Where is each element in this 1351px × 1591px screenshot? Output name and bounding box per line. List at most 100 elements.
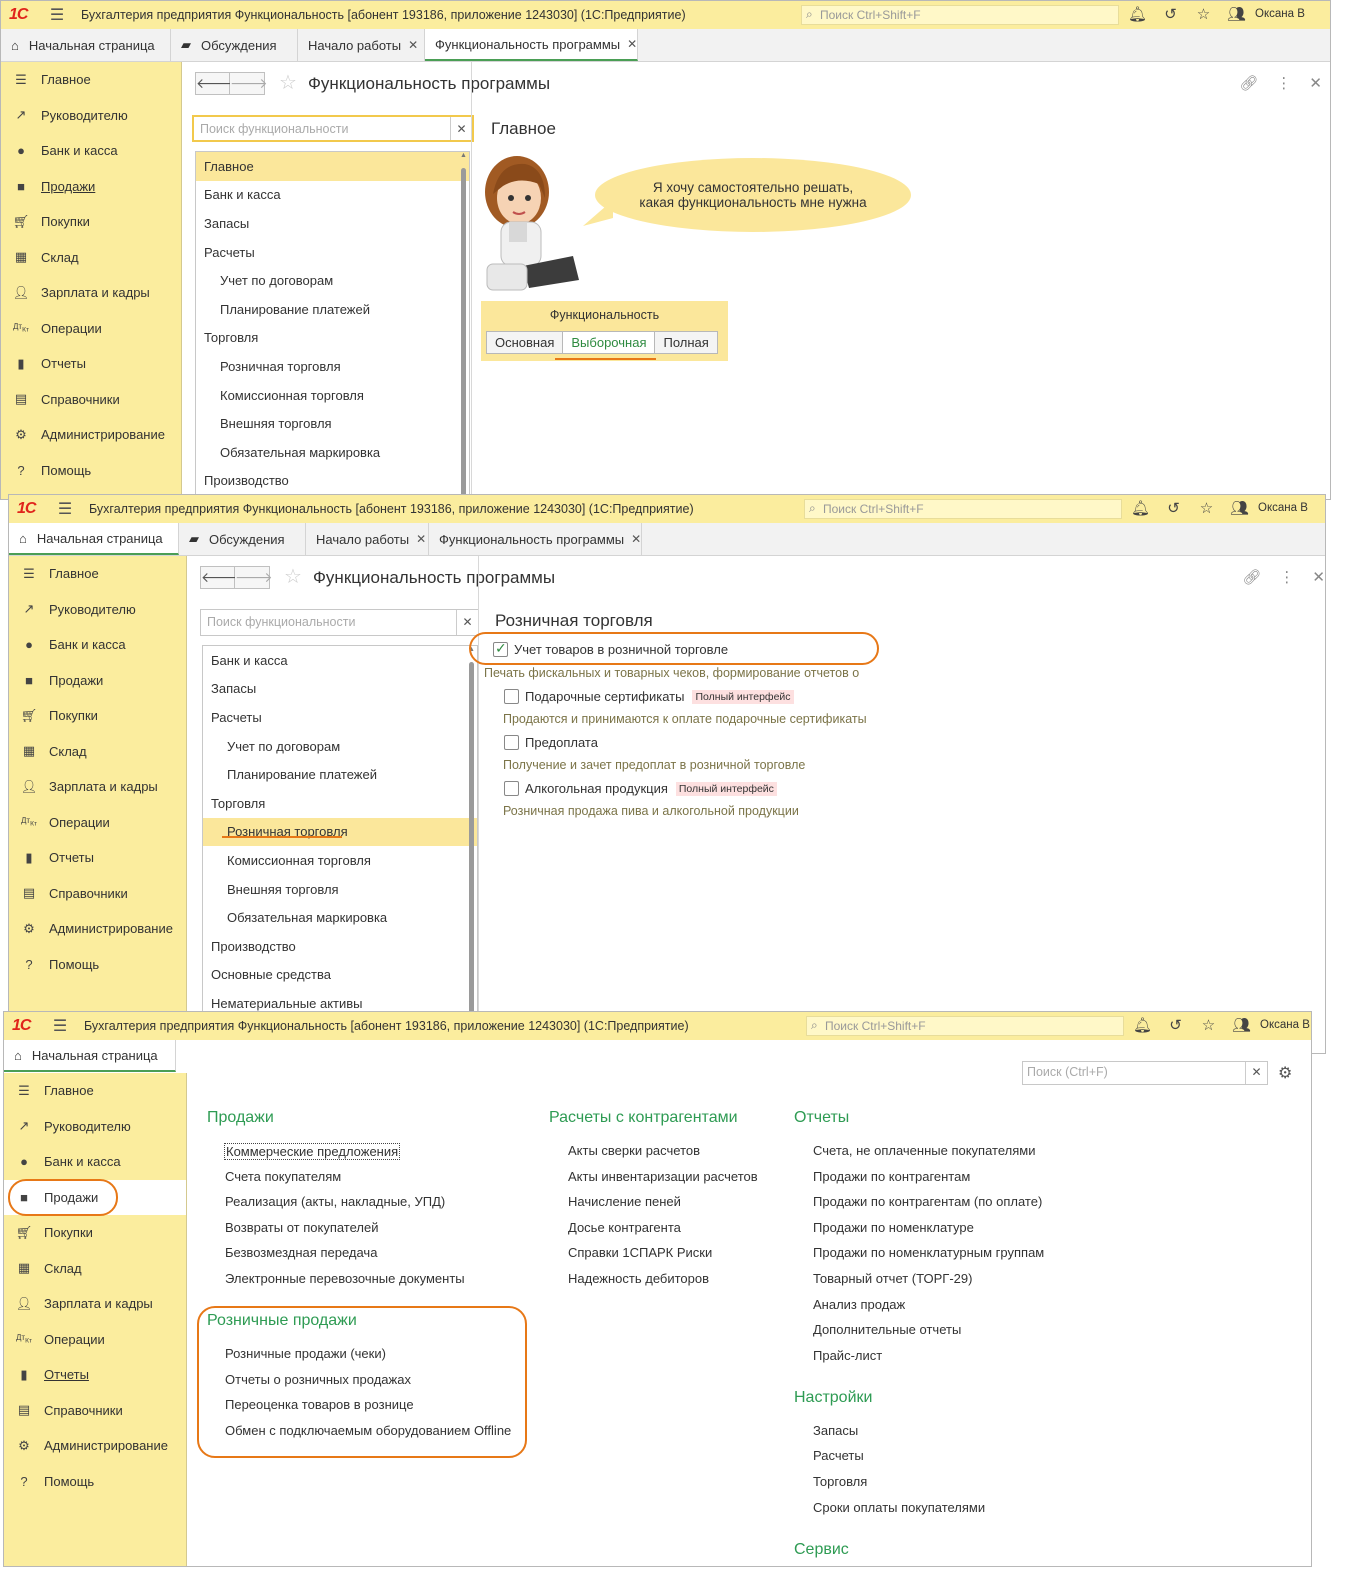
link-retail-2[interactable]: Переоценка товаров в рознице [225, 1397, 414, 1412]
tree-item-main[interactable]: Главное [196, 152, 469, 181]
clear-icon[interactable]: ✕ [1245, 1062, 1267, 1084]
close-icon[interactable]: ✕ [1312, 568, 1325, 586]
sidebar-item-reports[interactable]: ▮ Отчеты [4, 1357, 186, 1393]
link-reports-6[interactable]: Анализ продаж [813, 1297, 905, 1312]
sidebar-item-warehouse[interactable]: ▦ Склад [4, 1251, 186, 1287]
link-settle-1[interactable]: Акты инвентаризации расчетов [568, 1169, 758, 1184]
bell-icon[interactable]: 🔔︎ [1121, 5, 1154, 23]
link-sales-5[interactable]: Электронные перевозочные документы [225, 1271, 465, 1286]
link-settings-3[interactable]: Сроки оплаты покупателями [813, 1500, 985, 1515]
sidebar-item-salary[interactable]: 👤︎ Зарплата и кадры [9, 769, 186, 805]
bell-icon[interactable]: 🔔︎ [1126, 1016, 1159, 1034]
link-settings-0[interactable]: Запасы [813, 1423, 858, 1438]
tree-item-trade[interactable]: Торговля [196, 324, 469, 353]
sidebar-item-sales[interactable]: ■ Продажи [1, 169, 181, 205]
sidebar-item-reports[interactable]: ▮ Отчеты [9, 840, 186, 876]
user-name[interactable]: Оксана В [1255, 8, 1305, 20]
tree-item-bank[interactable]: Банк и касса [203, 646, 477, 675]
section-search-input[interactable]: Поиск (Ctrl+F) ✕ [1022, 1061, 1268, 1085]
sidebar-item-main[interactable]: ☰ Главное [9, 556, 186, 592]
link-settle-0[interactable]: Акты сверки расчетов [568, 1143, 700, 1158]
tab-func[interactable]: Функциональность программы ✕ [425, 29, 638, 61]
link-retail-0[interactable]: Розничные продажи (чеки) [225, 1346, 386, 1361]
sidebar-item-operations[interactable]: ДтКт Операции [1, 311, 181, 347]
close-icon[interactable]: ✕ [408, 38, 418, 52]
settings-gear-icon[interactable]: ⚙ [1278, 1063, 1292, 1083]
forward-button[interactable]: 🡒 [230, 72, 268, 95]
tree-item-production[interactable]: Производство [203, 932, 477, 961]
tab-discussions[interactable]: ▰ Обсуждения [171, 29, 298, 61]
sidebar-item-bank[interactable]: ● Банк и касса [1, 133, 181, 169]
favorites-icon[interactable]: ☆ [1190, 499, 1223, 517]
user-icon[interactable]: 👥︎ [1223, 499, 1256, 517]
sidebar-item-salary[interactable]: 👤︎ Зарплата и кадры [1, 275, 181, 311]
tree-item-contracts[interactable]: Учет по договорам [203, 732, 477, 761]
global-search-input[interactable]: ⌕ Поиск Ctrl+Shift+F [804, 499, 1122, 519]
opt-selective-button[interactable]: Выборочная [563, 331, 656, 354]
link-settle-5[interactable]: Надежность дебиторов [568, 1271, 709, 1286]
sidebar-item-operations[interactable]: ДтКт Операции [4, 1322, 186, 1358]
history-icon[interactable]: ↺ [1154, 5, 1187, 23]
link-sales-2[interactable]: Реализация (акты, накладные, УПД) [225, 1194, 445, 1209]
gift-certificates-checkbox[interactable]: Подарочные сертификаты Полный интерфейс [504, 689, 794, 704]
link-reports-3[interactable]: Продажи по номенклатуре [813, 1220, 974, 1235]
sidebar-item-directories[interactable]: ▤ Справочники [1, 382, 181, 418]
sidebar-item-reports[interactable]: ▮ Отчеты [1, 346, 181, 382]
tree-item-bank[interactable]: Банк и касса [196, 181, 469, 210]
link-settle-2[interactable]: Начисление пеней [568, 1194, 681, 1209]
sidebar-item-help[interactable]: ? Помощь [1, 453, 181, 489]
checkbox[interactable] [504, 735, 519, 750]
tree-item-production[interactable]: Производство [196, 467, 469, 496]
tree-item-foreign[interactable]: Внешняя торговля [203, 875, 477, 904]
sidebar-item-bank[interactable]: ● Банк и касса [9, 627, 186, 663]
sidebar-item-salary[interactable]: 👤︎ Зарплата и кадры [4, 1286, 186, 1322]
link-settings-2[interactable]: Торговля [813, 1474, 867, 1489]
tab-home[interactable]: ⌂ Начальная страница [4, 1040, 176, 1072]
link-reports-4[interactable]: Продажи по номенклатурным группам [813, 1245, 1044, 1260]
user-name[interactable]: Оксана В [1258, 502, 1308, 514]
back-button[interactable]: 🡐 [200, 566, 239, 589]
menu-icon[interactable]: ☰ [45, 5, 69, 25]
tab-home[interactable]: ⌂ Начальная страница [9, 523, 179, 555]
tree-scrollbar[interactable]: ▲ [460, 152, 467, 499]
prepayment-checkbox[interactable]: Предоплата [504, 735, 598, 750]
tree-item-retail[interactable]: Розничная торговля [196, 352, 469, 381]
link-retail-1[interactable]: Отчеты о розничных продажах [225, 1372, 411, 1387]
tree-item-payments[interactable]: Планирование платежей [196, 295, 469, 324]
sidebar-item-bank[interactable]: ● Банк и касса [4, 1144, 186, 1180]
link-reports-7[interactable]: Дополнительные отчеты [813, 1322, 961, 1337]
tab-start[interactable]: Начало работы ✕ [306, 523, 429, 555]
tab-home[interactable]: ⌂ Начальная страница [1, 29, 171, 61]
tree-item-foreign[interactable]: Внешняя торговля [196, 409, 469, 438]
tree-item-contracts[interactable]: Учет по договорам [196, 266, 469, 295]
tree-item-payments[interactable]: Планирование платежей [203, 760, 477, 789]
sidebar-item-directories[interactable]: ▤ Справочники [9, 876, 186, 912]
tree-item-marking[interactable]: Обязательная маркировка [196, 438, 469, 467]
star-icon[interactable]: ☆ [279, 70, 297, 95]
more-icon[interactable]: ⋮ [1279, 568, 1294, 586]
link-settle-3[interactable]: Досье контрагента [568, 1220, 681, 1235]
sidebar-item-admin[interactable]: ⚙ Администрирование [9, 911, 186, 947]
sidebar-item-operations[interactable]: ДтКт Операции [9, 805, 186, 841]
star-icon[interactable]: ☆ [284, 564, 302, 589]
tab-discussions[interactable]: ▰ Обсуждения [179, 523, 306, 555]
sidebar-item-sales[interactable]: ■ Продажи [9, 663, 186, 699]
link-reports-5[interactable]: Товарный отчет (ТОРГ-29) [813, 1271, 972, 1286]
checkbox[interactable] [504, 689, 519, 704]
link-sales-3[interactable]: Возвраты от покупателей [225, 1220, 379, 1235]
tree-item-settlements[interactable]: Расчеты [196, 238, 469, 267]
history-icon[interactable]: ↺ [1157, 499, 1190, 517]
link-reports-0[interactable]: Счета, не оплаченные покупателями [813, 1143, 1035, 1158]
func-search-input[interactable]: Поиск функциональности ✕ [192, 115, 474, 142]
close-icon[interactable]: ✕ [1309, 74, 1322, 92]
menu-icon[interactable]: ☰ [53, 499, 77, 519]
clear-icon[interactable]: ✕ [450, 117, 472, 140]
sidebar-item-manager[interactable]: ↗ Руководителю [9, 592, 186, 628]
favorites-icon[interactable]: ☆ [1192, 1016, 1225, 1034]
history-icon[interactable]: ↺ [1159, 1016, 1192, 1034]
tab-start[interactable]: Начало работы ✕ [298, 29, 425, 61]
func-search-input[interactable]: Поиск функциональности ✕ [200, 609, 479, 636]
sidebar-item-purchases[interactable]: 🛒︎ Покупки [9, 698, 186, 734]
tree-item-commission[interactable]: Комиссионная торговля [203, 846, 477, 875]
link-settings-1[interactable]: Расчеты [813, 1448, 864, 1463]
